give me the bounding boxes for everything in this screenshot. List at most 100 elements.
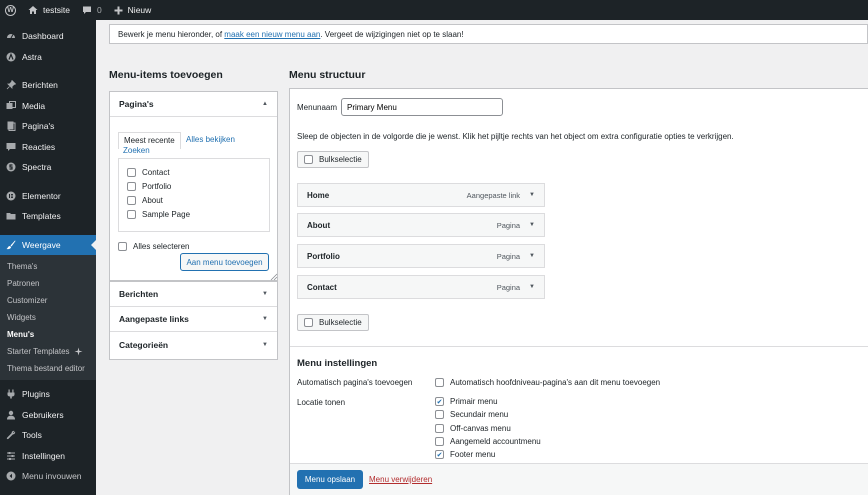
sidebar-item-label: Dashboard (22, 31, 64, 42)
admin-bar: W testsite 0 Nieuw (0, 0, 868, 20)
checkbox[interactable] (127, 210, 136, 219)
location-footer[interactable]: ✔ Footer menu (435, 450, 495, 459)
new-content-link[interactable]: Nieuw (108, 0, 158, 20)
expand-arrow-icon[interactable]: ▼ (529, 192, 535, 198)
expand-arrow-icon[interactable]: ▼ (529, 284, 535, 290)
comment-icon (6, 142, 16, 152)
sidebar-item-instellingen[interactable]: Instellingen (0, 446, 96, 467)
sidebar-item-elementor[interactable]: Elementor (0, 186, 96, 207)
sidebar-item-plugins[interactable]: Plugins (0, 384, 96, 405)
submenu-item-starter-templates[interactable]: Starter Templates (0, 343, 96, 360)
submenu-item-label: Thema bestand editor (7, 364, 85, 373)
location-label: Aangemeld accountmenu (450, 437, 541, 446)
menu-item-title: Contact (307, 282, 337, 292)
sidebar-item-paginas[interactable]: Pagina's (0, 116, 96, 137)
page-option-about[interactable]: About (127, 196, 163, 205)
weergave-submenu: Thema's Patronen Customizer Widgets Menu… (0, 255, 96, 380)
brush-icon (6, 240, 16, 250)
pages-accordion-header[interactable]: Pagina's ▲ (110, 92, 277, 117)
folder-icon (6, 211, 16, 221)
page-option-label: About (142, 196, 163, 205)
submenu-item-patronen[interactable]: Patronen (0, 275, 96, 292)
menu-structure-panel: Menunaam Sleep de objecten in de volgord… (289, 88, 868, 495)
accordion-categorieen[interactable]: Categorieën ▼ (110, 332, 277, 357)
comments-link[interactable]: 0 (76, 0, 108, 20)
expand-arrow-icon[interactable]: ▼ (529, 253, 535, 259)
tab-search[interactable]: Zoeken (123, 146, 150, 155)
resize-handle-icon[interactable] (269, 272, 278, 281)
sidebar-item-tools[interactable]: Tools (0, 425, 96, 446)
checkbox[interactable] (118, 242, 127, 251)
sidebar-item-berichten[interactable]: Berichten (0, 75, 96, 96)
menu-item-home[interactable]: Home Aangepaste link ▼ (297, 183, 545, 207)
save-menu-button[interactable]: Menu opslaan (297, 470, 363, 489)
site-name-label: testsite (43, 5, 70, 15)
elementor-icon (6, 191, 16, 201)
checkbox[interactable] (127, 182, 136, 191)
section-divider (290, 346, 868, 347)
menu-name-input[interactable] (341, 98, 503, 116)
auto-add-option[interactable]: Automatisch hoofdniveau-pagina's aan dit… (435, 378, 660, 387)
sidebar-item-templates[interactable]: Templates (0, 206, 96, 227)
checkbox[interactable] (304, 318, 313, 327)
checkbox[interactable] (127, 196, 136, 205)
select-all-checkbox[interactable]: Alles selecteren (118, 242, 189, 251)
collapse-menu-button[interactable]: Menu invouwen (0, 466, 96, 487)
checkbox-checked[interactable]: ✔ (435, 397, 444, 406)
accordion-title: Pagina's (119, 99, 154, 109)
menu-item-contact[interactable]: Contact Pagina ▼ (297, 275, 545, 299)
bulk-select-label: Bulkselectie (319, 155, 362, 164)
checkbox[interactable] (435, 424, 444, 433)
checkbox[interactable] (435, 410, 444, 419)
delete-menu-link[interactable]: Menu verwijderen (369, 475, 432, 484)
checkbox[interactable] (435, 378, 444, 387)
sidebar-item-astra[interactable]: Astra (0, 47, 96, 68)
sidebar-item-dashboard[interactable]: Dashboard (0, 26, 96, 47)
location-off-canvas[interactable]: Off-canvas menu (435, 424, 511, 433)
sidebar-item-gebruikers[interactable]: Gebruikers (0, 405, 96, 426)
submenu-item-theme-editor[interactable]: Thema bestand editor (0, 360, 96, 377)
sidebar-item-label: Media (22, 100, 46, 111)
submenu-item-customizer[interactable]: Customizer (0, 292, 96, 309)
accordion-berichten[interactable]: Berichten ▼ (110, 282, 277, 307)
expand-arrow-icon[interactable]: ▼ (529, 222, 535, 228)
submenu-item-themas[interactable]: Thema's (0, 258, 96, 275)
astra-icon (6, 52, 16, 62)
sidebar-item-spectra[interactable]: Spectra (0, 157, 96, 178)
location-secondary[interactable]: Secundair menu (435, 410, 508, 419)
submenu-item-menus[interactable]: Menu's (0, 326, 96, 343)
site-name-link[interactable]: testsite (22, 0, 76, 20)
checkbox[interactable] (127, 168, 136, 177)
settings-icon (6, 451, 16, 461)
add-to-menu-button[interactable]: Aan menu toevoegen (180, 253, 269, 271)
menu-item-portfolio[interactable]: Portfolio Pagina ▼ (297, 244, 545, 268)
checkbox-checked[interactable]: ✔ (435, 450, 444, 459)
auto-add-label: Automatisch pagina's toevoegen (297, 378, 413, 387)
page-option-label: Sample Page (142, 210, 191, 219)
sidebar-item-label: Menu invouwen (22, 471, 82, 482)
sidebar-item-weergave[interactable]: Weergave (0, 234, 96, 255)
page-option-sample-page[interactable]: Sample Page (127, 210, 190, 219)
bulk-select-bottom[interactable]: Bulkselectie (297, 314, 369, 331)
tab-view-all[interactable]: Alles bekijken (186, 135, 235, 144)
menu-item-about[interactable]: About Pagina ▼ (297, 213, 545, 237)
sidebar-item-label: Weergave (22, 239, 61, 250)
page-option-contact[interactable]: Contact (127, 168, 170, 177)
structure-instructions: Sleep de objecten in de volgorde die je … (297, 132, 734, 141)
wordpress-logo-button[interactable]: W (0, 0, 22, 20)
sidebar-item-reacties[interactable]: Reacties (0, 137, 96, 158)
accordion-title: Berichten (119, 289, 159, 299)
sidebar-item-media[interactable]: Media (0, 96, 96, 117)
info-notice: Bewerk je menu hieronder, of maak een ni… (109, 24, 868, 44)
location-primary[interactable]: ✔ Primair menu (435, 397, 498, 406)
accordion-aangepaste-links[interactable]: Aangepaste links ▼ (110, 307, 277, 332)
bulk-select-top[interactable]: Bulkselectie (297, 151, 369, 168)
location-label: Secundair menu (450, 410, 509, 419)
menu-item-title: About (307, 220, 331, 230)
create-new-menu-link[interactable]: maak een nieuw menu aan (224, 30, 320, 39)
checkbox[interactable] (435, 437, 444, 446)
submenu-item-widgets[interactable]: Widgets (0, 309, 96, 326)
location-account-menu[interactable]: Aangemeld accountmenu (435, 437, 541, 446)
page-option-portfolio[interactable]: Portfolio (127, 182, 171, 191)
checkbox[interactable] (304, 155, 313, 164)
